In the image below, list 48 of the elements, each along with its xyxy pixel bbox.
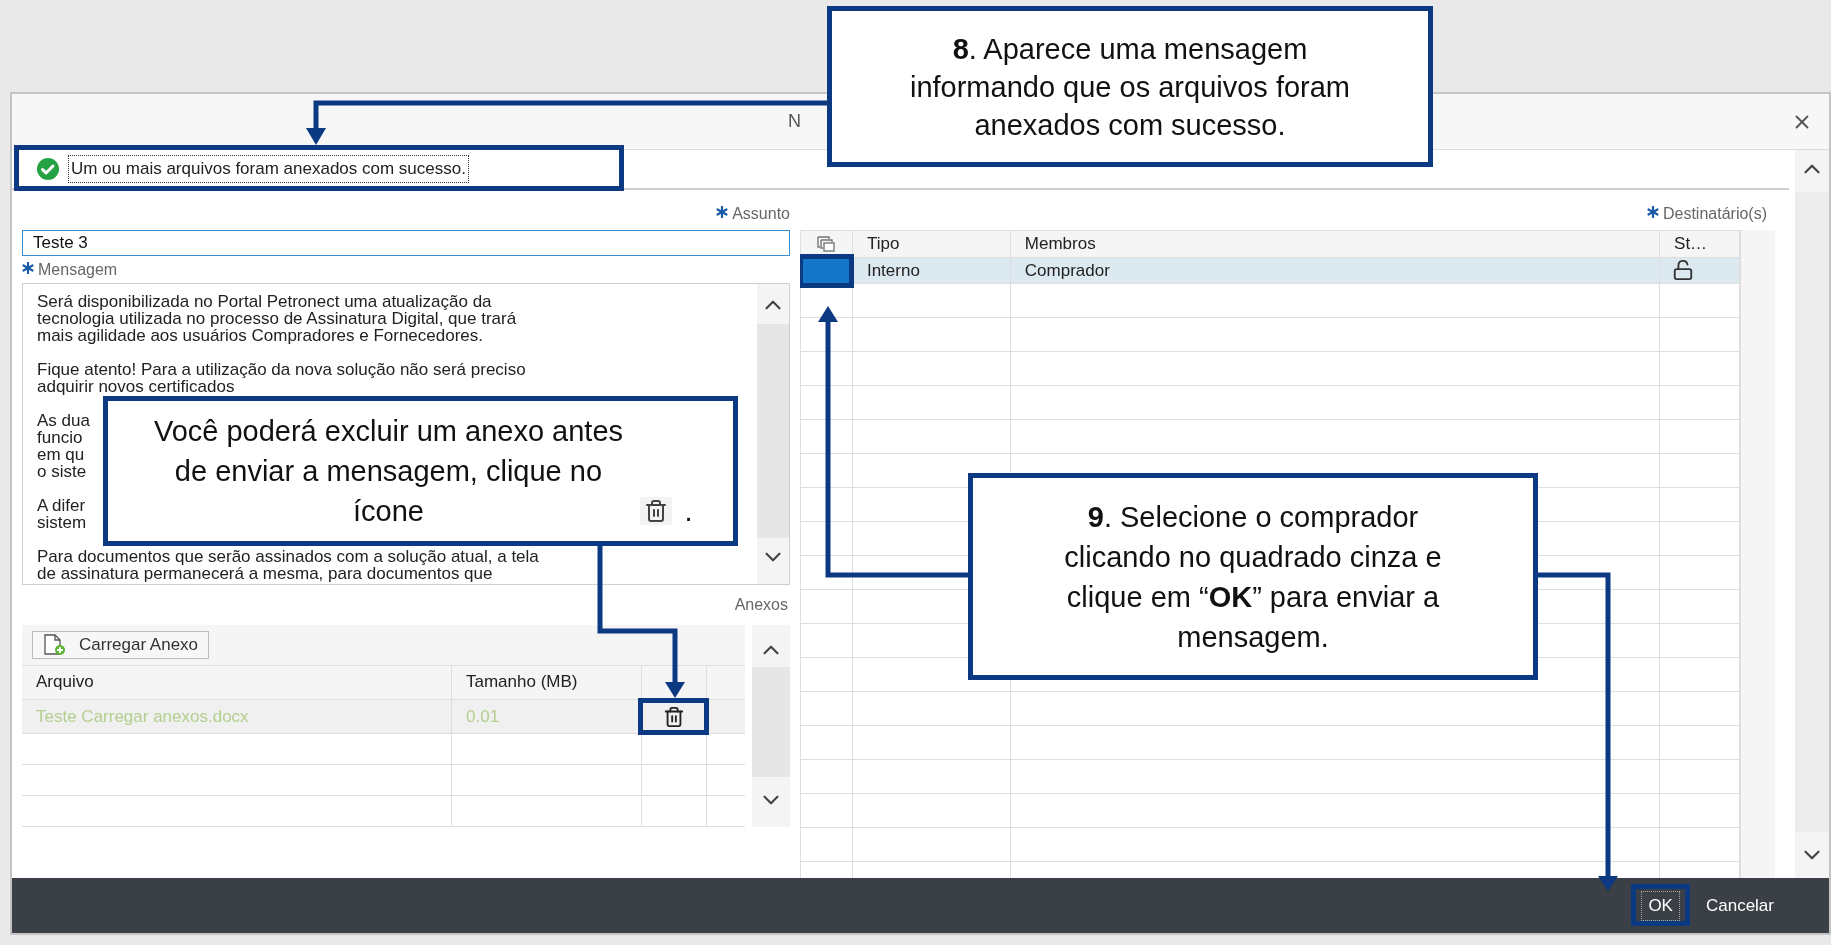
column-header[interactable]: Tamanho (MB) (452, 665, 642, 699)
check-circle-icon (36, 157, 60, 181)
upload-button[interactable]: Carregar Anexo (32, 630, 210, 659)
subject-field[interactable]: Teste 3 (22, 230, 790, 256)
message-line: o siste (37, 463, 87, 480)
message-line: funcio (37, 429, 83, 446)
callout-text: Você poderá excluir um anexo antes de enviar a mensagem, clique no ícone (152, 414, 625, 529)
column-header[interactable]: Membros (1010, 231, 1661, 257)
column-header[interactable]: Tipo (852, 231, 1011, 257)
field-label: Assunto (716, 202, 790, 226)
trash-icon (640, 497, 673, 525)
table-cell: Comprador (1010, 257, 1661, 283)
field-label: Destinatário(s) (1646, 202, 1767, 226)
unlocked-icon (1672, 259, 1695, 282)
delete-icon[interactable] (663, 705, 685, 728)
message-line: As dua (37, 412, 90, 429)
message-line: adquirir novos certificados (37, 378, 235, 395)
callout-text: . (684, 494, 693, 529)
callout-text: 8. Aparece uma mensagem informando que os arquivos foram anexados com sucesso. (908, 31, 1352, 143)
message-line: de assinatura permanecerá a mesma, para documentos que (37, 565, 493, 582)
table-cell: Teste Carregar anexos.docx (22, 699, 452, 734)
message-line: tecnologia utilizada no processo de Assinatura Digital, que trará (37, 310, 517, 327)
highlight-frame (1631, 883, 1690, 926)
cancel-button[interactable]: Cancelar (1705, 890, 1774, 921)
message-line: Fique atento! Para a utilização da nova solução não será preciso (37, 361, 526, 378)
callout-text: 9. Selecione o comprador clicando no quadrado cinza e clique em “OK” para enviar a mensagem. (1063, 499, 1443, 655)
scrollbar[interactable] (1740, 230, 1775, 878)
column-header[interactable]: Arquivo (22, 665, 452, 699)
table-cell: Interno (852, 257, 1011, 283)
field-label: Mensagem (22, 257, 118, 282)
field-label: Anexos (734, 595, 788, 615)
ok-button[interactable]: OK (1641, 890, 1680, 921)
window-title: N (788, 110, 801, 133)
scrollbar[interactable] (752, 625, 790, 827)
success-message: Um ou mais arquivos foram anexados com sucesso. (68, 155, 469, 183)
message-line: em qu (37, 446, 85, 463)
scrollbar[interactable] (1795, 150, 1829, 878)
message-line: Será disponibilizada no Portal Petronect uma atualização da (37, 293, 492, 310)
select-all-icon[interactable] (816, 234, 837, 253)
message-line: mais agilidade aos usuários Compradores e Fornecedores. (37, 327, 483, 344)
scrollbar[interactable] (757, 284, 789, 584)
highlight-frame (638, 697, 709, 736)
message-line: sistem (37, 514, 87, 531)
message-line: Para documentos que serão assinados com a solução atual, a tela (37, 548, 539, 565)
file-add-icon (43, 633, 67, 656)
column-header[interactable]: St… (1660, 231, 1740, 257)
table-cell: 0.01 (452, 699, 642, 734)
message-line: A difer (37, 497, 86, 514)
